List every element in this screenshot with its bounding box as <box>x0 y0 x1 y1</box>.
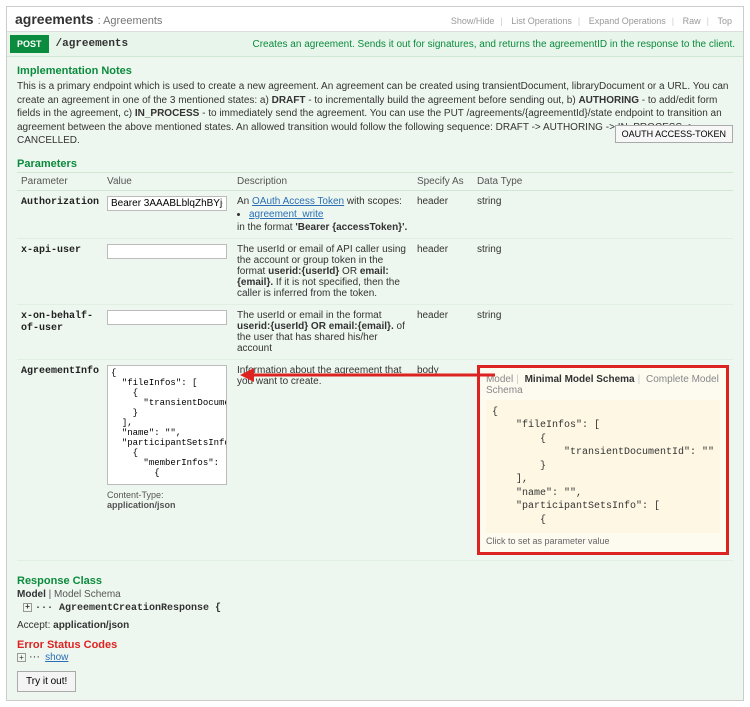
try-it-out-button[interactable]: Try it out! <box>17 671 76 692</box>
param-row-agreementinfo: AgreementInfo { "fileInfos": [ { "transi… <box>17 359 733 561</box>
col-value: Value <box>103 172 233 190</box>
link-raw[interactable]: Raw <box>683 16 701 26</box>
response-model: +··· AgreementCreationResponse { <box>23 603 733 614</box>
response-tab-schema[interactable]: Model Schema <box>54 589 121 600</box>
operation-bar[interactable]: POST /agreements Creates an agreement. S… <box>7 32 743 57</box>
schema-note: Click to set as parameter value <box>486 536 720 546</box>
top-links: Show/Hide| List Operations| Expand Opera… <box>448 16 735 26</box>
x-on-behalf-input[interactable] <box>107 310 227 325</box>
accept-line: Accept: application/json <box>17 620 733 631</box>
tag-title: agreements <box>15 11 94 27</box>
x-api-user-input[interactable] <box>107 244 227 259</box>
param-name: Authorization <box>21 197 99 208</box>
link-list-ops[interactable]: List Operations <box>511 16 572 26</box>
col-description: Description <box>233 172 413 190</box>
authorization-input[interactable] <box>107 196 227 211</box>
show-link[interactable]: show <box>45 652 68 663</box>
link-expand-ops[interactable]: Expand Operations <box>589 16 666 26</box>
expand-icon[interactable]: + <box>23 603 32 612</box>
response-class-heading: Response Class <box>17 575 733 587</box>
error-codes-toggle: +··· show <box>17 651 733 663</box>
col-specify-as: Specify As <box>413 172 473 190</box>
param-row-authorization: Authorization An OAuth Access Token with… <box>17 190 733 238</box>
param-name: x-on-behalf- of-user <box>21 311 93 334</box>
schema-tab-model[interactable]: Model <box>486 374 513 385</box>
agreementinfo-textarea[interactable]: { "fileInfos": [ { "transientDocumentId"… <box>107 365 227 485</box>
parameters-table: Parameter Value Description Specify As D… <box>17 172 733 562</box>
schema-callout: Model| Minimal Model Schema| Complete Mo… <box>477 365 729 556</box>
parameters-heading: Parameters <box>17 158 733 170</box>
expand-icon[interactable]: + <box>17 653 26 662</box>
schema-preview[interactable]: { "fileInfos": [ { "transientDocumentId"… <box>486 400 720 534</box>
col-data-type: Data Type <box>473 172 733 190</box>
operation-body: Implementation Notes This is a primary e… <box>7 57 743 700</box>
content-type-label: Content-Type: application/json <box>107 490 229 510</box>
link-show-hide[interactable]: Show/Hide <box>451 16 495 26</box>
oauth-token-button[interactable]: OAUTH ACCESS-TOKEN <box>615 125 733 143</box>
col-parameter: Parameter <box>17 172 103 190</box>
error-codes-heading: Error Status Codes <box>17 639 733 651</box>
http-method-badge: POST <box>10 35 49 53</box>
param-row-x-api-user: x-api-user The userId or email of API ca… <box>17 238 733 304</box>
impl-notes-heading: Implementation Notes <box>17 65 733 77</box>
param-name: AgreementInfo <box>21 366 99 377</box>
scope-link[interactable]: agreement_write <box>249 209 323 220</box>
schema-tab-minimal[interactable]: Minimal Model Schema <box>525 374 635 385</box>
operation-summary: Creates an agreement. Sends it out for s… <box>245 35 744 54</box>
param-name: x-api-user <box>21 245 81 256</box>
endpoint-path: /agreements <box>52 38 129 50</box>
tag-header: agreements : Agreements Show/Hide| List … <box>7 7 743 32</box>
response-tab-model[interactable]: Model <box>17 589 46 600</box>
param-row-x-on-behalf-of-user: x-on-behalf- of-user The userId or email… <box>17 304 733 359</box>
link-top[interactable]: Top <box>717 16 732 26</box>
oauth-token-link[interactable]: OAuth Access Token <box>252 196 344 207</box>
tag-subtitle: : Agreements <box>98 15 163 27</box>
